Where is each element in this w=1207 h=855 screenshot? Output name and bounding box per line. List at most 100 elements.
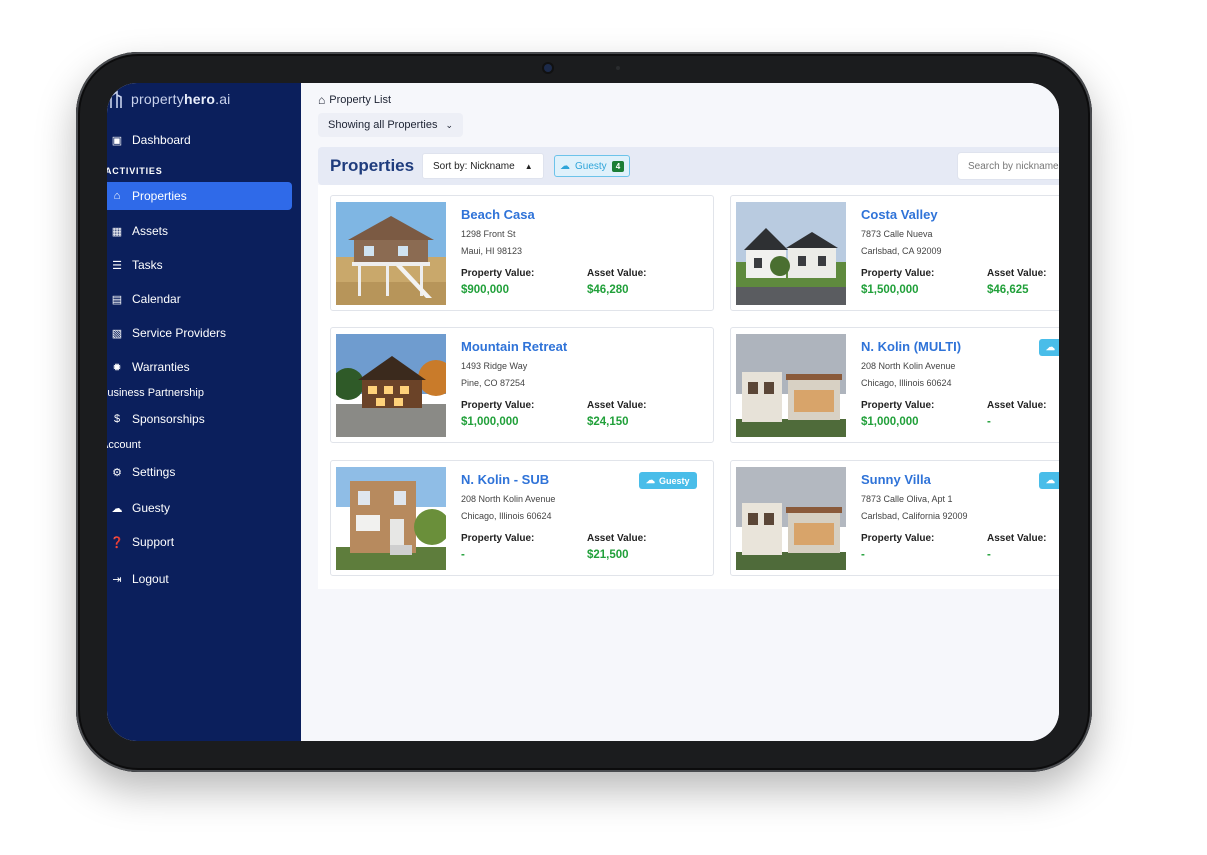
property-address-line1: 1298 Front St <box>461 229 516 239</box>
property-value-label: Property Value: <box>861 533 935 544</box>
sidebar-item-label: Service Providers <box>132 326 227 340</box>
property-address-line2: Chicago, Illinois 60624 <box>461 511 552 521</box>
home-icon: ⌂ <box>113 190 121 202</box>
cloud-icon: ☁ <box>560 160 570 172</box>
properties-header: Properties Sort by: Nickname ▲ ☁ Guesty … <box>318 147 1059 185</box>
sidebar-item-label: Tasks <box>132 258 163 272</box>
property-photo <box>336 334 446 437</box>
search-placeholder: Search by nickname <box>968 160 1059 172</box>
property-card-mountain-retreat[interactable]: Mountain Retreat 1493 Ridge Way Pine, CO… <box>330 327 714 443</box>
sidebar-item-logout[interactable]: ⇥ Logout <box>107 565 169 593</box>
sidebar-item-support[interactable]: ❓ Support <box>107 528 174 556</box>
property-card-sunny-villa[interactable]: Sunny Villa ☁ Guesty 7873 Calle Oliva, A… <box>730 460 1059 576</box>
cloud-icon: ☁ <box>646 475 655 485</box>
sidebar-item-label: Assets <box>132 224 169 238</box>
cloud-icon: ☁ <box>1046 342 1055 352</box>
sidebar-item-label: Properties <box>132 189 187 203</box>
property-photo <box>336 202 446 305</box>
property-value-label: Property Value: <box>861 268 935 279</box>
sidebar-item-label: Guesty <box>132 501 171 515</box>
guesty-badge: ☁ Guesty <box>1039 472 1059 489</box>
property-card-beach-casa[interactable]: Beach Casa 1298 Front St Maui, HI 98123 … <box>330 195 714 311</box>
property-name[interactable]: N. Kolin - SUB <box>461 472 549 487</box>
property-address-line2: Carlsbad, California 92009 <box>861 511 968 521</box>
property-photo <box>336 467 446 570</box>
logo[interactable]: propertyhero.ai <box>109 89 231 109</box>
camera-dot <box>544 64 552 72</box>
property-value-label: Property Value: <box>461 268 535 279</box>
filter-label: Showing all Properties <box>328 119 438 131</box>
tablet-screen: propertyhero.ai ▣ Dashboard ACTIVITIES ⌂… <box>107 83 1059 741</box>
sidebar-item-label: Sponsorships <box>132 412 205 426</box>
asset-value-label: Asset Value: <box>587 400 647 411</box>
search-input[interactable]: Search by nickname <box>957 152 1059 180</box>
chevron-down-icon: ⌄ <box>445 119 453 130</box>
property-address-line2: Carlsbad, CA 92009 <box>861 246 942 256</box>
sidebar-item-sponsorships[interactable]: $ Sponsorships <box>107 405 205 433</box>
asset-value-label: Asset Value: <box>987 268 1047 279</box>
sidebar-item-label: Support <box>132 535 175 549</box>
asset-value: $21,500 <box>587 549 629 561</box>
property-address-line1: 1493 Ridge Way <box>461 361 528 371</box>
property-card-costa-valley[interactable]: Costa Valley 7873 Calle Nueva Carlsbad, … <box>730 195 1059 311</box>
sidebar-item-service-providers[interactable]: ▧ Service Providers <box>107 319 226 347</box>
property-address-line2: Chicago, Illinois 60624 <box>861 378 952 388</box>
guesty-filter-button[interactable]: ☁ Guesty 4 <box>554 155 631 177</box>
property-name[interactable]: Beach Casa <box>461 207 535 222</box>
sidebar-item-dashboard[interactable]: ▣ Dashboard <box>107 126 191 154</box>
sidebar-item-tasks[interactable]: ☰ Tasks <box>107 251 163 279</box>
sidebar-item-properties[interactable]: ⌂ Properties <box>107 182 292 210</box>
home-icon: ⌂ <box>318 93 326 107</box>
guesty-badge: ☁ Guesty <box>1039 339 1059 356</box>
property-value: $1,500,000 <box>861 284 919 296</box>
sidebar-item-warranties[interactable]: ✹ Warranties <box>107 353 190 381</box>
sidebar-section-account: Account <box>107 439 141 451</box>
cloud-icon: ☁ <box>111 502 123 515</box>
asset-value-label: Asset Value: <box>987 400 1047 411</box>
guesty-badge-label: Guesty <box>659 475 690 486</box>
property-name[interactable]: Costa Valley <box>861 207 938 222</box>
main-content: ⌂ Property List Showing all Properties ⌄… <box>301 83 1059 741</box>
property-card-n-kolin-multi[interactable]: N. Kolin (MULTI) ☁ Guesty 208 North Koli… <box>730 327 1059 443</box>
sidebar-item-label: Warranties <box>132 360 190 374</box>
property-value-label: Property Value: <box>461 400 535 411</box>
sidebar-item-label: Settings <box>132 465 176 479</box>
properties-filter-dropdown[interactable]: Showing all Properties ⌄ <box>318 113 463 137</box>
property-address-line1: 208 North Kolin Avenue <box>461 494 556 504</box>
property-value: $1,000,000 <box>861 416 919 428</box>
sidebar-item-settings[interactable]: ⚙ Settings <box>107 458 175 486</box>
help-icon: ❓ <box>110 536 124 549</box>
sensor-dot <box>616 66 620 70</box>
asset-value: - <box>987 549 991 561</box>
sidebar: propertyhero.ai ▣ Dashboard ACTIVITIES ⌂… <box>107 83 301 741</box>
property-address-line2: Maui, HI 98123 <box>461 246 523 256</box>
sidebar-item-label: Logout <box>132 572 169 586</box>
caret-up-icon: ▲ <box>524 161 533 171</box>
property-address-line2: Pine, CO 87254 <box>461 378 526 388</box>
property-photo <box>736 202 846 305</box>
cloud-icon: ☁ <box>1046 475 1055 485</box>
property-value: $900,000 <box>461 284 509 296</box>
sidebar-item-label: Calendar <box>132 292 181 306</box>
property-address-line1: 7873 Calle Nueva <box>861 229 933 239</box>
dollar-icon: $ <box>113 413 121 425</box>
sidebar-item-assets[interactable]: ▦ Assets <box>107 217 168 245</box>
property-name[interactable]: N. Kolin (MULTI) <box>861 339 961 354</box>
sidebar-item-guesty[interactable]: ☁ Guesty <box>107 494 171 522</box>
breadcrumb-label: Property List <box>329 94 391 106</box>
property-card-n-kolin-sub[interactable]: N. Kolin - SUB ☁ Guesty 208 North Kolin … <box>330 460 714 576</box>
logo-mark-icon <box>110 90 122 108</box>
property-photo <box>736 334 846 437</box>
property-value: $1,000,000 <box>461 416 519 428</box>
property-value-label: Property Value: <box>861 400 935 411</box>
sort-button[interactable]: Sort by: Nickname ▲ <box>422 153 544 179</box>
sidebar-item-calendar[interactable]: ▤ Calendar <box>107 285 181 313</box>
breadcrumb[interactable]: ⌂ Property List <box>318 93 391 107</box>
property-photo <box>736 467 846 570</box>
property-name[interactable]: Mountain Retreat <box>461 339 567 354</box>
assets-icon: ▦ <box>111 225 123 238</box>
sidebar-section-business-partnership: Business Partnership <box>107 387 204 399</box>
property-name[interactable]: Sunny Villa <box>861 472 931 487</box>
property-address-line1: 7873 Calle Oliva, Apt 1 <box>861 494 953 504</box>
property-value: - <box>461 549 465 561</box>
